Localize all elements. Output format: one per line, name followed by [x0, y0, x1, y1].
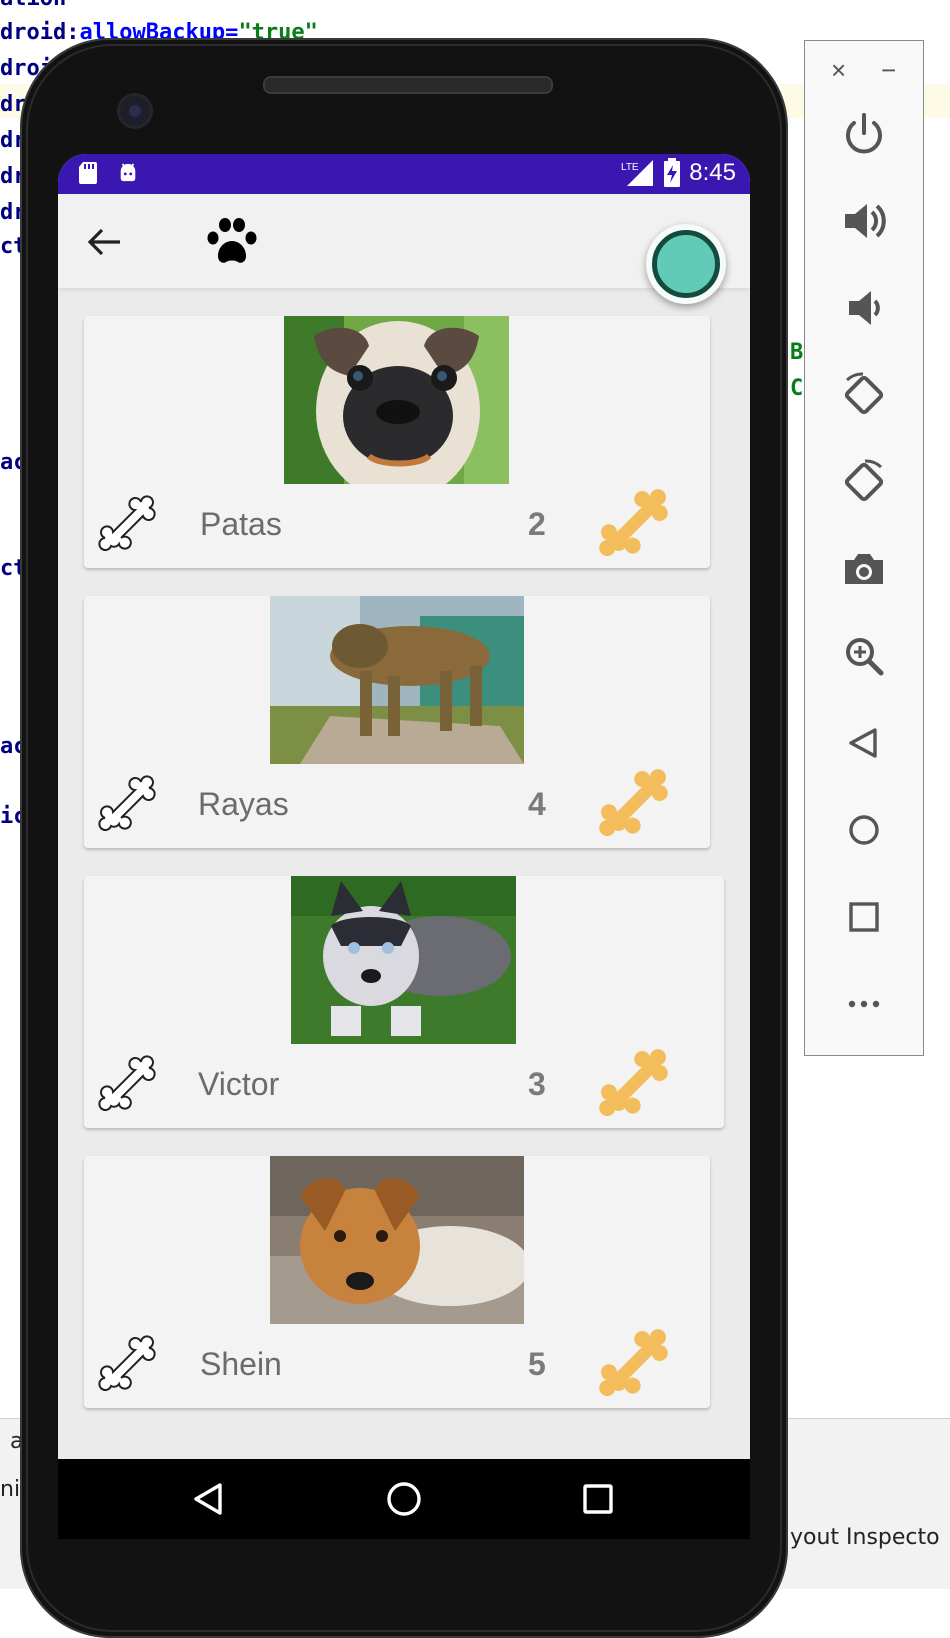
pet-photo — [270, 596, 524, 764]
device-screen: LTE 8:45 Patas 2 Rayas 4 Victor 3 Shein … — [58, 154, 750, 1539]
pet-name: Victor — [198, 1066, 280, 1102]
circle-home-icon[interactable] — [384, 1479, 424, 1519]
pet-photo — [270, 1156, 524, 1324]
pet-card[interactable]: Victor 3 — [84, 876, 724, 1128]
rotate-right-icon[interactable] — [839, 457, 889, 507]
square-recents-icon[interactable] — [578, 1479, 618, 1519]
pet-name: Rayas — [198, 786, 289, 822]
overview-icon[interactable] — [839, 892, 889, 942]
bone-filled-icon[interactable] — [596, 1048, 672, 1124]
lte-signal-icon: LTE — [621, 160, 654, 186]
power-icon[interactable] — [839, 109, 889, 159]
front-camera — [120, 96, 150, 126]
pet-card[interactable]: Rayas 4 — [84, 596, 710, 848]
status-time: 8:45 — [689, 159, 736, 186]
zoom-icon[interactable] — [839, 631, 889, 681]
bottom-fragment[interactable]: ni — [0, 1477, 20, 1502]
back-icon[interactable] — [839, 718, 889, 768]
pet-name: Shein — [200, 1346, 282, 1382]
code-fragment: B — [790, 340, 804, 365]
pet-photo — [284, 316, 509, 484]
pet-photo — [291, 876, 516, 1044]
close-icon[interactable]: × — [831, 55, 846, 86]
pet-card[interactable]: Patas 2 — [84, 316, 710, 568]
rating-count: 5 — [528, 1346, 546, 1382]
more-icon[interactable] — [839, 979, 889, 1029]
android-debug-icon — [120, 163, 136, 182]
arrow-left-icon[interactable] — [82, 222, 126, 262]
code-line: ation — [0, 0, 66, 11]
bone-filled-icon[interactable] — [596, 1328, 672, 1404]
network-label: LTE — [621, 162, 639, 173]
bone-outline-icon[interactable] — [96, 774, 158, 836]
emulator-toolbar: × − — [804, 40, 924, 1056]
sd-card-icon — [79, 162, 97, 184]
layout-inspector-tab[interactable]: yout Inspecto — [790, 1525, 940, 1550]
rating-count: 4 — [528, 786, 546, 822]
pet-card[interactable]: Shein 5 — [84, 1156, 710, 1408]
volume-up-icon[interactable] — [839, 196, 889, 246]
triangle-back-icon[interactable] — [188, 1479, 228, 1519]
bone-outline-icon[interactable] — [96, 1054, 158, 1116]
navigation-bar — [58, 1459, 750, 1539]
bone-outline-icon[interactable] — [96, 1334, 158, 1396]
fab-ring — [652, 230, 720, 298]
home-icon[interactable] — [839, 805, 889, 855]
rating-count: 3 — [528, 1066, 546, 1102]
rotate-left-icon[interactable] — [839, 370, 889, 420]
battery-charging-icon — [664, 158, 681, 187]
rating-count: 2 — [528, 506, 546, 542]
app-bar — [58, 194, 750, 288]
code-text: droid: — [0, 20, 80, 45]
camera-icon[interactable] — [839, 544, 889, 594]
code-fragment: C — [790, 376, 804, 401]
minimize-icon[interactable]: − — [881, 55, 896, 86]
volume-down-icon[interactable] — [839, 283, 889, 333]
bone-filled-icon[interactable] — [596, 488, 672, 564]
status-bar: LTE 8:45 — [58, 154, 750, 194]
bone-outline-icon[interactable] — [96, 494, 158, 556]
record-circle-icon[interactable] — [646, 224, 726, 304]
paw-icon — [207, 218, 257, 263]
code-text: ation — [0, 0, 66, 11]
bone-filled-icon[interactable] — [596, 768, 672, 844]
pet-name: Patas — [200, 506, 282, 542]
earpiece-speaker — [263, 76, 553, 94]
